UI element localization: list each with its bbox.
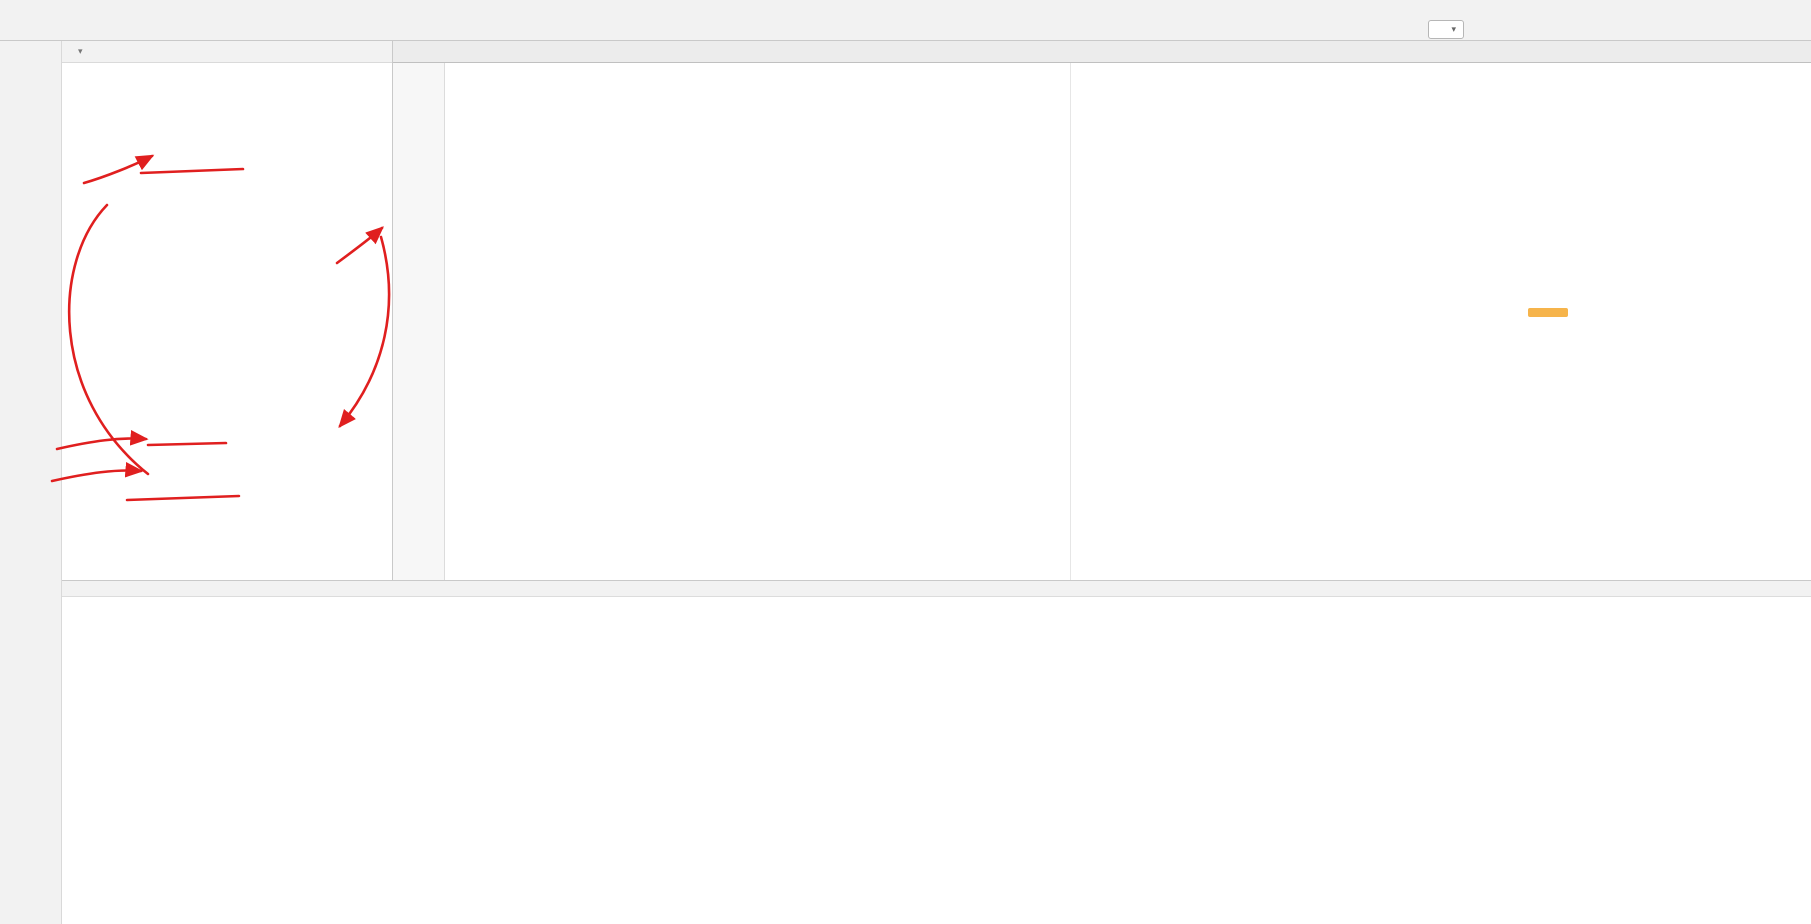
vcs-update-icon[interactable] — [1401, 21, 1419, 39]
locate-icon[interactable] — [291, 43, 311, 61]
hide-panel-icon[interactable] — [366, 43, 386, 61]
add-terminal-icon[interactable] — [68, 605, 86, 623]
editor-gutter — [393, 63, 445, 580]
close-terminal-icon[interactable] — [68, 633, 86, 651]
run-configuration-select[interactable]: ▾ — [1428, 20, 1464, 39]
chevron-down-icon[interactable]: ▾ — [78, 46, 83, 57]
scrollbar-caret-mark[interactable] — [1528, 308, 1568, 317]
settings-gear-icon[interactable] — [341, 43, 361, 61]
debug-button[interactable] — [1500, 21, 1518, 39]
collapse-all-icon[interactable] — [316, 43, 336, 61]
editor-tabs — [393, 41, 1811, 63]
terminal-panel — [62, 580, 1811, 924]
run-toolbar: ▾ — [1401, 18, 1545, 41]
terminal-toolbar — [62, 597, 92, 924]
run-button[interactable] — [1473, 21, 1491, 39]
chevron-down-icon: ▾ — [1451, 24, 1456, 34]
ide-window: ▾ ▾ — [0, 0, 1811, 924]
project-panel-header: ▾ — [62, 41, 392, 63]
terminal-header[interactable] — [62, 580, 1811, 597]
menu-bar — [0, 0, 1811, 18]
tool-window-stripe — [0, 41, 62, 924]
editor-body — [393, 63, 1811, 580]
project-panel: ▾ — [62, 41, 393, 580]
tool-windows-button[interactable] — [1527, 21, 1545, 39]
editor-area — [393, 41, 1811, 580]
editor-code[interactable] — [445, 63, 1811, 580]
project-tree — [62, 63, 392, 580]
terminal-output[interactable] — [92, 597, 1811, 924]
navigation-bar: ▾ — [0, 18, 1811, 41]
